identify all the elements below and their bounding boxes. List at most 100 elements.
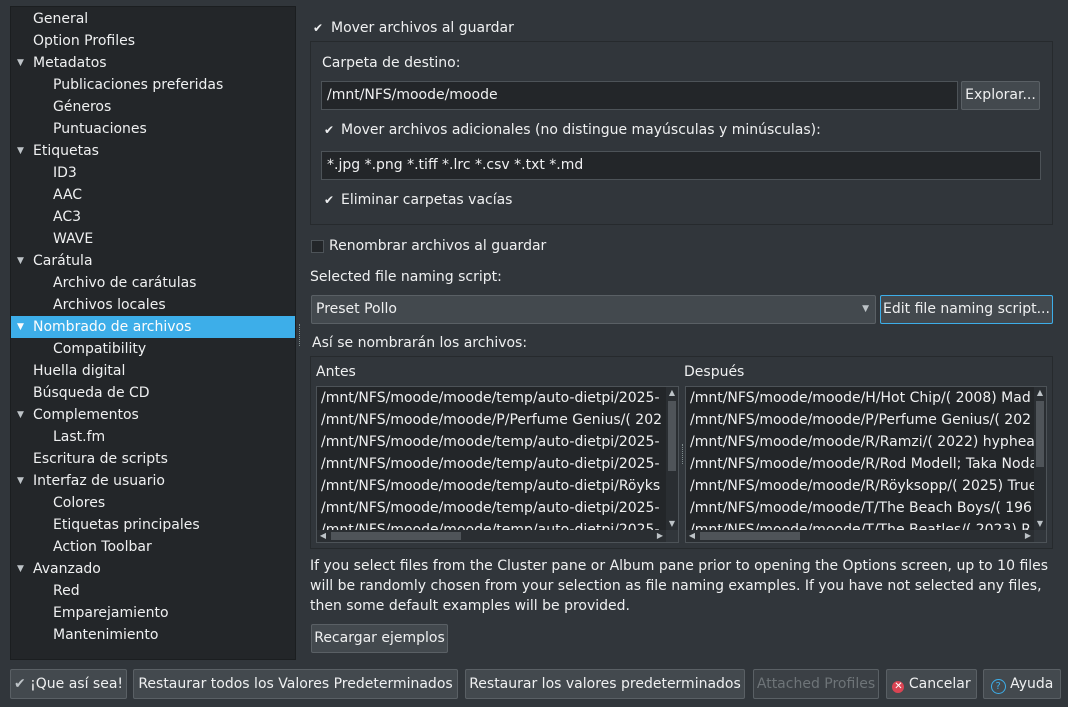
- edit-naming-script-button[interactable]: Edit file naming script...: [880, 295, 1053, 324]
- tree-item-etiquetas-principales[interactable]: Etiquetas principales: [53, 514, 200, 536]
- reload-examples-button[interactable]: Recargar ejemplos: [311, 624, 448, 653]
- tree-item-nombrado-archivos[interactable]: ▼ Nombrado de archivos: [11, 316, 295, 338]
- expand-arrow-icon[interactable]: ▼: [17, 140, 27, 162]
- tree-item-option-profiles[interactable]: Option Profiles: [33, 30, 135, 52]
- after-list[interactable]: /mnt/NFS/moode/moode/H/Hot Chip/( 2008) …: [685, 386, 1047, 543]
- list-item[interactable]: /mnt/NFS/moode/moode/R/Ramzi/( 2022) hyp…: [690, 431, 1035, 453]
- tree-item-action-toolbar[interactable]: Action Toolbar: [53, 536, 152, 558]
- expand-arrow-icon[interactable]: ▼: [17, 52, 27, 74]
- tree-item-busqueda-cd[interactable]: Búsqueda de CD: [33, 382, 150, 404]
- list-item[interactable]: /mnt/NFS/moode/moode/H/Hot Chip/( 2008) …: [690, 387, 1031, 409]
- before-list[interactable]: /mnt/NFS/moode/moode/temp/auto-dietpi/20…: [316, 386, 679, 543]
- tree-item-aac[interactable]: AAC: [53, 184, 82, 206]
- scroll-up-icon[interactable]: ▲: [1034, 387, 1046, 399]
- move-additional-label: Mover archivos adicionales (no distingue…: [341, 122, 821, 138]
- move-files-label: Mover archivos al guardar: [331, 20, 514, 36]
- tree-item-wave[interactable]: WAVE: [53, 228, 93, 250]
- browse-button[interactable]: Explorar...: [961, 81, 1040, 110]
- scroll-corner: [666, 530, 678, 542]
- rename-files-label: Renombrar archivos al guardar: [329, 238, 547, 254]
- cancel-button[interactable]: ✕ Cancelar: [886, 669, 977, 699]
- help-button[interactable]: ? Ayuda: [983, 669, 1061, 699]
- tree-item-ac3[interactable]: AC3: [53, 206, 81, 228]
- ok-button[interactable]: ✔ ¡Que así sea!: [10, 669, 127, 699]
- scroll-left-icon[interactable]: ◀: [686, 530, 698, 542]
- tree-item-escritura-scripts[interactable]: Escritura de scripts: [33, 448, 168, 470]
- naming-script-label: Selected file naming script:: [310, 269, 502, 285]
- tree-item-general[interactable]: General: [33, 8, 88, 30]
- list-item[interactable]: /mnt/NFS/moode/moode/R/Röyksopp/( 2025) …: [690, 475, 1037, 497]
- expand-arrow-icon[interactable]: ▼: [17, 558, 27, 580]
- list-item[interactable]: /mnt/NFS/moode/moode/T/The Beach Boys/( …: [690, 497, 1032, 519]
- scroll-right-icon[interactable]: ▶: [654, 530, 666, 542]
- tree-item-mantenimiento[interactable]: Mantenimiento: [53, 624, 158, 646]
- tree-item-archivo-caratulas[interactable]: Archivo de carátulas: [53, 272, 196, 294]
- naming-script-select[interactable]: Preset Pollo ▼: [311, 295, 876, 324]
- horizontal-scrollbar[interactable]: ◀ ▶: [317, 530, 666, 542]
- tree-item-caratula[interactable]: ▼ Carátula: [11, 250, 295, 272]
- examples-note-line: If you select files from the Cluster pan…: [310, 558, 1049, 574]
- scroll-up-icon[interactable]: ▲: [666, 387, 678, 399]
- scroll-right-icon[interactable]: ▶: [1022, 530, 1034, 542]
- list-item[interactable]: /mnt/NFS/moode/moode/temp/auto-dietpi/20…: [321, 453, 660, 475]
- examples-note-line: will be randomly chosen from your select…: [310, 578, 1042, 594]
- expand-arrow-icon[interactable]: ▼: [17, 470, 27, 492]
- list-item[interactable]: /mnt/NFS/moode/moode/temp/auto-dietpi/20…: [321, 431, 660, 453]
- tree-item-lastfm[interactable]: Last.fm: [53, 426, 105, 448]
- tree-item-red[interactable]: Red: [53, 580, 80, 602]
- expand-arrow-icon[interactable]: ▼: [17, 250, 27, 272]
- expand-arrow-icon[interactable]: ▼: [17, 404, 27, 426]
- tree-item-metadatos[interactable]: ▼ Metadatos: [11, 52, 295, 74]
- options-tree[interactable]: General Option Profiles ▼ Metadatos Publi…: [10, 6, 296, 660]
- scrollbar-thumb[interactable]: [331, 532, 461, 540]
- checkmark-icon: ✔: [13, 676, 26, 692]
- panel-splitter[interactable]: [299, 324, 302, 346]
- tree-item-huella-digital[interactable]: Huella digital: [33, 360, 125, 382]
- chevron-down-icon: ▼: [862, 304, 869, 314]
- restore-defaults-button[interactable]: Restaurar los valores predeterminados: [465, 669, 745, 699]
- tree-item-generos[interactable]: Géneros: [53, 96, 111, 118]
- list-item[interactable]: /mnt/NFS/moode/moode/P/Perfume Genius/( …: [321, 409, 662, 431]
- expand-arrow-icon[interactable]: ▼: [17, 316, 27, 338]
- list-splitter[interactable]: [682, 444, 685, 464]
- tree-item-puntuaciones[interactable]: Puntuaciones: [53, 118, 147, 140]
- rename-files-checkbox[interactable]: [311, 240, 324, 253]
- tree-item-etiquetas[interactable]: ▼ Etiquetas: [11, 140, 295, 162]
- help-icon: ?: [990, 679, 1006, 694]
- scrollbar-thumb[interactable]: [1036, 401, 1044, 467]
- move-additional-checkbox[interactable]: ✔: [323, 124, 335, 136]
- scroll-down-icon[interactable]: ▼: [666, 518, 678, 530]
- scrollbar-thumb[interactable]: [700, 532, 800, 540]
- tree-item-publicaciones[interactable]: Publicaciones preferidas: [53, 74, 223, 96]
- list-item[interactable]: /mnt/NFS/moode/moode/P/Perfume Genius/( …: [690, 409, 1031, 431]
- attached-profiles-button[interactable]: Attached Profiles: [753, 669, 879, 699]
- tree-item-id3[interactable]: ID3: [53, 162, 77, 184]
- additional-files-input[interactable]: *.jpg *.png *.tiff *.lrc *.csv *.txt *.m…: [321, 151, 1041, 180]
- tree-item-archivos-locales[interactable]: Archivos locales: [53, 294, 166, 316]
- destination-folder-input[interactable]: /mnt/NFS/moode/moode: [321, 81, 958, 110]
- scroll-left-icon[interactable]: ◀: [317, 530, 329, 542]
- vertical-scrollbar[interactable]: ▲ ▼: [1034, 387, 1046, 530]
- list-item[interactable]: /mnt/NFS/moode/moode/temp/auto-dietpi/Rö…: [321, 475, 660, 497]
- scroll-down-icon[interactable]: ▼: [1034, 518, 1046, 530]
- after-header: Después: [684, 364, 745, 380]
- before-header: Antes: [316, 364, 356, 380]
- destination-folder-label: Carpeta de destino:: [322, 55, 461, 71]
- tree-item-emparejamiento[interactable]: Emparejamiento: [53, 602, 169, 624]
- examples-note-line: then some default examples will be provi…: [310, 598, 631, 614]
- delete-empty-checkbox[interactable]: ✔: [323, 194, 335, 206]
- restore-all-defaults-button[interactable]: Restaurar todos los Valores Predetermina…: [133, 669, 458, 699]
- tree-item-avanzado[interactable]: ▼ Avanzado: [11, 558, 295, 580]
- move-files-checkbox[interactable]: ✔: [312, 22, 324, 34]
- horizontal-scrollbar[interactable]: ◀ ▶: [686, 530, 1034, 542]
- tree-item-colores[interactable]: Colores: [53, 492, 105, 514]
- list-item[interactable]: /mnt/NFS/moode/moode/temp/auto-dietpi/20…: [321, 497, 660, 519]
- vertical-scrollbar[interactable]: ▲ ▼: [666, 387, 678, 530]
- delete-empty-label: Eliminar carpetas vacías: [341, 192, 513, 208]
- tree-item-complementos[interactable]: ▼ Complementos: [11, 404, 295, 426]
- tree-item-interfaz-usuario[interactable]: ▼ Interfaz de usuario: [11, 470, 295, 492]
- scrollbar-thumb[interactable]: [668, 401, 676, 471]
- tree-item-compatibility[interactable]: Compatibility: [53, 338, 146, 360]
- list-item[interactable]: /mnt/NFS/moode/moode/R/Rod Modell; Taka …: [690, 453, 1038, 475]
- list-item[interactable]: /mnt/NFS/moode/moode/temp/auto-dietpi/20…: [321, 387, 660, 409]
